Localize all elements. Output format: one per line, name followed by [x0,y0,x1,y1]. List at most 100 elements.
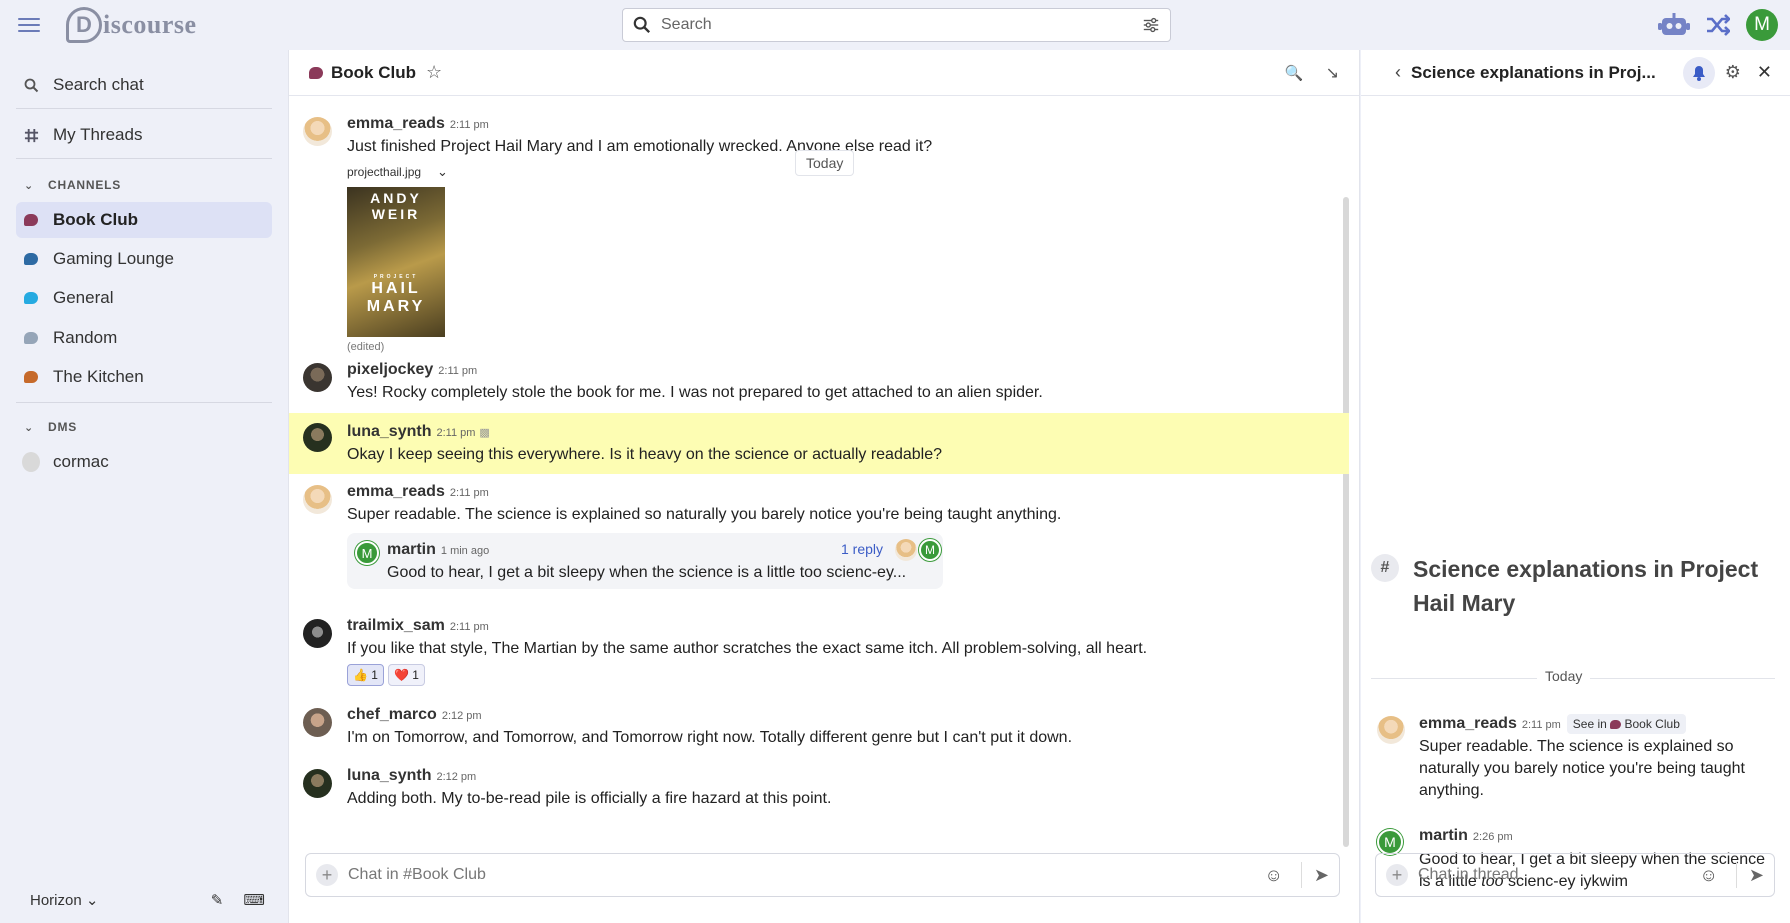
thread-preview[interactable]: M martin 1 min ago 1 reply M Good to hea… [347,533,943,589]
channel-title[interactable]: Book Club [331,63,416,83]
username[interactable]: emma_reads [347,115,445,133]
date-separator: Today [1371,668,1775,684]
username[interactable]: emma_reads [347,483,445,501]
reaction-emoji: 👍 [353,668,368,682]
timestamp: 2:12 pm [441,710,482,722]
emoji-icon[interactable]: ☺ [1700,865,1718,886]
sidebar-item-gaming-lounge[interactable]: Gaming Lounge [16,241,272,277]
username[interactable]: luna_synth [347,423,431,441]
timestamp: 2:11 pm [436,427,476,439]
gear-icon[interactable]: ⚙ [1725,62,1741,83]
divider [16,108,272,109]
username[interactable]: luna_synth [347,767,431,785]
chat-message: luna_synth 2:12 pm Adding both. My to-be-… [289,767,1349,817]
username[interactable]: emma_reads [1419,715,1517,733]
sidebar-item-random[interactable]: Random [16,320,272,356]
send-icon[interactable]: ➤ [1314,865,1329,886]
reaction-thumbs-up[interactable]: 👍 1 [347,664,384,686]
thread-message: emma_reads 2:11 pm See in Book Club Supe… [1361,714,1790,804]
sidebar-item-label: cormac [53,452,109,471]
channels-section-header[interactable]: ⌄ CHANNELS [24,178,121,192]
username[interactable]: martin [1419,827,1468,845]
keyboard-icon[interactable]: ⌨ [243,891,265,909]
sidebar-item-label: The Kitchen [53,367,144,386]
avatar[interactable] [303,485,332,514]
plus-icon[interactable]: + [316,864,338,886]
sidebar: Search chat My Threads ⌄ CHANNELS Book C… [0,50,287,923]
theme-selector[interactable]: Horizon ⌄ [30,891,98,909]
shuffle-icon[interactable] [1706,14,1730,36]
avatar[interactable]: M [1377,829,1403,855]
discourse-logo-mark: D [66,7,102,43]
sidebar-item-dm-cormac[interactable]: cormac [16,444,272,480]
message-text: If you like that style, The Martian by t… [347,640,1148,657]
search-filters-icon[interactable] [1142,16,1160,34]
attachment-toggle[interactable]: projecthail.jpg ⌄ [347,164,448,180]
emoji-icon[interactable]: ☺ [1265,865,1283,886]
discourse-logo[interactable]: D iscourse [66,6,197,44]
send-icon[interactable]: ➤ [1749,865,1764,886]
sidebar-item-label: General [53,288,114,307]
threads-icon [22,128,40,143]
attachment-name: projecthail.jpg [347,165,422,179]
sidebar-item-the-kitchen[interactable]: The Kitchen [16,359,272,395]
thread-big-title: Science explanations in Project Hail Mar… [1413,556,1759,616]
search-bar[interactable]: Search [622,8,1171,42]
thread-preview-text: Good to hear, I get a bit sleepy when th… [387,564,907,581]
chevron-down-icon: ⌄ [437,164,448,179]
chat-message: chef_marco 2:12 pm I'm on Tomorrow, and T… [289,706,1349,756]
plus-icon[interactable]: + [1386,864,1408,886]
thread-pane: ‹ Science explanations in Proj... ⚙ ✕ # … [1361,50,1790,923]
book-cover-image[interactable]: ANDY WEIR PROJECT HAIL MARY [347,187,445,337]
reactions: 👍 1 ❤️ 1 [347,664,429,686]
close-icon[interactable]: ✕ [1757,62,1772,83]
hamburger-menu-icon[interactable] [18,14,40,34]
chat-message: emma_reads 2:11 pm Super readable. The sc… [289,483,1349,603]
timestamp: 2:12 pm [436,771,477,783]
divider [16,402,272,403]
username[interactable]: pixeljockey [347,361,433,379]
thread-reply-count[interactable]: 1 reply [841,541,883,557]
sidebar-item-label: Random [53,328,118,347]
message-text: Adding both. My to-be-read pile is offic… [347,790,832,807]
username[interactable]: trailmix_sam [347,617,445,635]
search-threads-icon[interactable]: 🔍 [1285,64,1304,82]
thread-composer[interactable]: + Chat in thread ☺ ➤ [1375,853,1775,897]
avatar[interactable] [303,769,332,798]
username[interactable]: chef_marco [347,706,437,724]
sidebar-search-chat[interactable]: Search chat [16,67,272,103]
divider [1300,862,1302,888]
avatar: M [919,539,941,561]
sidebar-item-general[interactable]: General [16,280,272,316]
channel-composer[interactable]: + Chat in #Book Club ☺ ➤ [305,853,1340,897]
avatar[interactable] [303,423,332,452]
search-icon [22,78,40,93]
see-in-channel-link[interactable]: See in Book Club [1566,714,1686,734]
avatar[interactable] [303,619,332,648]
star-icon[interactable]: ☆ [426,62,442,83]
current-user-avatar[interactable]: M [1746,9,1778,41]
section-label: CHANNELS [48,178,122,192]
avatar[interactable] [303,363,332,392]
bell-icon[interactable] [1682,56,1715,89]
back-chevron-icon[interactable]: ‹ [1395,62,1401,83]
sidebar-item-my-threads[interactable]: My Threads [16,117,272,153]
dms-section-header[interactable]: ⌄ DMS [24,420,77,434]
avatar[interactable] [303,708,332,737]
pencil-icon[interactable]: ✎ [211,891,224,909]
avatar: M [355,541,379,565]
timestamp: 2:11 pm [1521,719,1561,731]
divider [1735,862,1737,888]
avatar[interactable] [1377,716,1405,744]
thread-icon: ▩ [479,427,490,439]
sidebar-item-book-club[interactable]: Book Club [16,202,272,238]
timestamp: 2:26 pm [1472,831,1513,843]
collapse-icon[interactable]: ↘ [1326,63,1339,83]
section-label: DMS [48,420,78,434]
message-text: Super readable. The science is explained… [347,506,1062,523]
ai-bot-icon[interactable] [1658,12,1690,38]
timestamp: 2:11 pm [449,621,489,633]
sidebar-item-label: Search chat [53,75,144,94]
avatar[interactable] [303,117,332,146]
reaction-heart[interactable]: ❤️ 1 [387,664,425,686]
